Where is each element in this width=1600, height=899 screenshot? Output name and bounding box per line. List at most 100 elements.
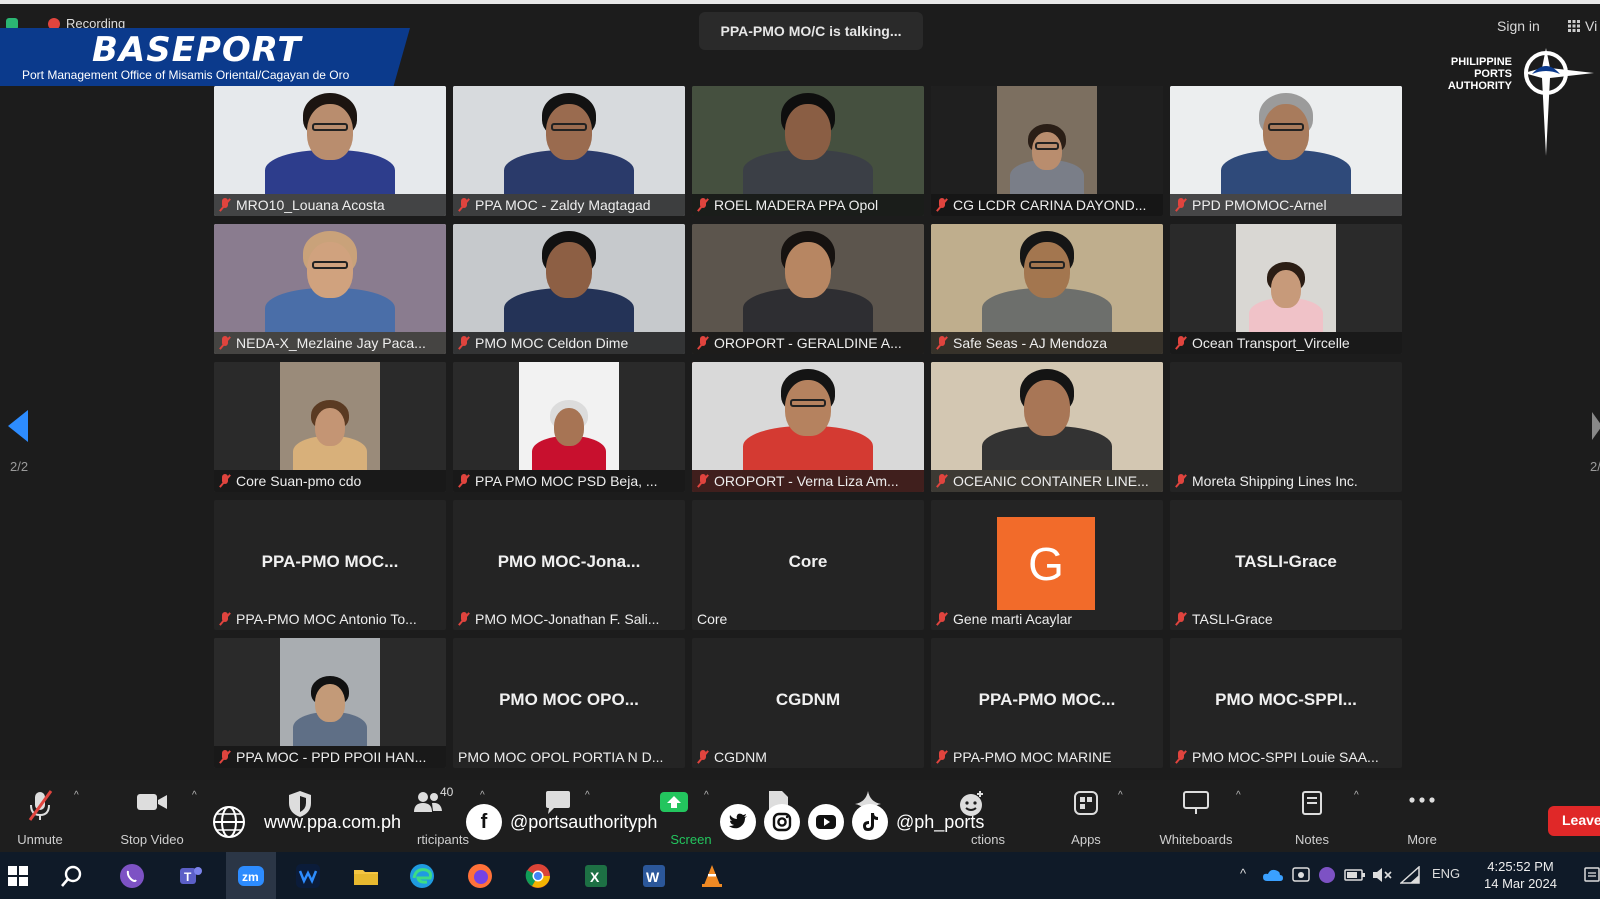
participant-gallery: MRO10_Louana Acosta PPA MOC - Zaldy Magta… [214, 86, 1406, 770]
taskbar-word[interactable]: W [636, 858, 672, 894]
participant-name: PMO MOC-SPPI Louie SAA... [1192, 749, 1379, 765]
participant-tile[interactable]: PMO MOC-SPPI... PMO MOC-SPPI Louie SAA... [1170, 638, 1402, 768]
stop-video-button[interactable]: Stop Video [102, 780, 202, 852]
participant-name: Gene marti Acaylar [953, 611, 1073, 627]
participant-tile[interactable]: PMO MOC Celdon Dime [453, 224, 685, 354]
participant-tile[interactable]: PPA MOC - PPD PPOII HAN... [214, 638, 446, 768]
svg-text:T: T [184, 870, 192, 884]
participant-tile[interactable]: OROPORT - GERALDINE A... [692, 224, 924, 354]
wifi-icon[interactable] [1400, 866, 1420, 884]
participant-name-bar: PMO MOC OPOL PORTIA N D... [453, 746, 669, 768]
participant-name: PPA MOC - Zaldy Magtagad [475, 197, 651, 213]
svg-text:X: X [590, 869, 600, 885]
participant-tile[interactable]: Moreta Shipping Lines Inc. [1170, 362, 1402, 492]
mic-muted-icon [458, 474, 470, 488]
window-top-edge [0, 0, 1600, 4]
share-options-caret-icon[interactable]: ^ [704, 790, 709, 801]
participant-tile[interactable]: Core Core [692, 500, 924, 630]
chat-caret-icon[interactable]: ^ [585, 790, 590, 801]
participant-tile[interactable]: ROEL MADERA PPA Opol [692, 86, 924, 216]
participant-tile[interactable]: NEDA-X_Mezlaine Jay Paca... [214, 224, 446, 354]
tiktok-icon [852, 804, 888, 840]
notes-caret-icon[interactable]: ^ [1354, 790, 1359, 801]
tray-app-icon[interactable] [1292, 866, 1310, 884]
facebook-icon: f [466, 804, 502, 840]
participant-tile[interactable]: MRO10_Louana Acosta [214, 86, 446, 216]
taskbar-vlc[interactable] [694, 858, 730, 894]
next-page-arrow[interactable] [1592, 412, 1600, 440]
participant-tile[interactable]: Ocean Transport_Vircelle [1170, 224, 1402, 354]
participant-tile[interactable]: PPA MOC - Zaldy Magtagad [453, 86, 685, 216]
mic-muted-icon [1175, 198, 1187, 212]
participant-tile[interactable]: OROPORT - Verna Liza Am... [692, 362, 924, 492]
video-frame [280, 638, 380, 746]
taskbar-file-explorer[interactable] [348, 858, 384, 894]
participant-tile[interactable]: Safe Seas - AJ Mendoza [931, 224, 1163, 354]
participant-name: PPA PMO MOC PSD Beja, ... [475, 473, 658, 489]
language-indicator[interactable]: ENG [1432, 866, 1460, 881]
participant-name-bar: PPA-PMO MOC Antonio To... [214, 608, 423, 630]
social-icons-overlay: @ph_ports [720, 804, 984, 840]
participant-name-bar: PMO MOC-Jonathan F. Sali... [453, 608, 665, 630]
notification-icon[interactable] [1584, 866, 1600, 884]
taskbar-zoom[interactable]: zm [233, 858, 269, 894]
social-handle: @ph_ports [896, 811, 985, 832]
windows-start-button[interactable] [0, 858, 36, 894]
tray-chevron-icon[interactable]: ^ [1240, 866, 1246, 881]
previous-page-arrow[interactable] [8, 410, 28, 442]
mic-muted-icon [219, 336, 231, 350]
participant-name-bar: MRO10_Louana Acosta [214, 194, 446, 216]
whiteboards-caret-icon[interactable]: ^ [1236, 790, 1241, 801]
audio-options-caret-icon[interactable]: ^ [74, 790, 79, 801]
more-button[interactable]: More [1372, 780, 1472, 852]
active-speaker-indicator: PPA-PMO MO/C is talking... [699, 12, 923, 50]
participants-caret-icon[interactable]: ^ [480, 790, 485, 801]
mic-muted-icon [458, 336, 470, 350]
speaker-muted-icon[interactable] [1372, 866, 1392, 884]
taskbar-app-wave[interactable] [290, 858, 326, 894]
taskbar-excel[interactable]: X [578, 858, 614, 894]
taskbar-viber[interactable] [114, 858, 150, 894]
participant-tile[interactable]: PMO MOC OPO... PMO MOC OPOL PORTIA N D... [453, 638, 685, 768]
participant-name: Ocean Transport_Vircelle [1192, 335, 1350, 351]
folder-icon [354, 870, 378, 885]
tray-viber-icon[interactable] [1318, 866, 1336, 884]
taskbar-search-button[interactable] [54, 858, 90, 894]
participant-tile[interactable]: Core Suan-pmo cdo [214, 362, 446, 492]
taskbar-clock[interactable]: 4:25:52 PM 14 Mar 2024 [1484, 858, 1557, 892]
clock-time: 4:25:52 PM [1487, 859, 1554, 874]
video-options-caret-icon[interactable]: ^ [192, 790, 197, 801]
notes-button[interactable]: Notes [1262, 780, 1362, 852]
participant-tile[interactable]: G Gene marti Acaylar [931, 500, 1163, 630]
apps-caret-icon[interactable]: ^ [1118, 790, 1123, 801]
participant-tile[interactable]: CGDNM CGDNM [692, 638, 924, 768]
participant-tile[interactable]: CG LCDR CARINA DAYOND... [931, 86, 1163, 216]
more-label: More [1407, 832, 1437, 847]
video-frame [280, 362, 380, 470]
ppa-logo-line3: AUTHORITY [1447, 80, 1512, 92]
battery-icon[interactable] [1344, 868, 1366, 882]
taskbar-edge[interactable] [404, 858, 440, 894]
participant-display-name: CGDNM [775, 690, 841, 709]
taskbar-firefox[interactable] [462, 858, 498, 894]
glasses [1028, 260, 1066, 269]
participant-name-bar: PPA MOC - Zaldy Magtagad [453, 194, 685, 216]
participant-tile[interactable]: PPA-PMO MOC... PPA-PMO MOC Antonio To... [214, 500, 446, 630]
participant-name-bar: PPA PMO MOC PSD Beja, ... [453, 470, 685, 492]
participant-tile[interactable]: PPA PMO MOC PSD Beja, ... [453, 362, 685, 492]
participant-tile[interactable]: OCEANIC CONTAINER LINE... [931, 362, 1163, 492]
unmute-label: Unmute [17, 832, 63, 847]
leave-button[interactable]: Leave [1548, 806, 1600, 836]
mic-muted-icon [936, 750, 948, 764]
onedrive-cloud-icon[interactable] [1262, 868, 1284, 882]
participant-tile[interactable]: PPA-PMO MOC... PPA-PMO MOC MARINE [931, 638, 1163, 768]
whiteboards-button[interactable]: Whiteboards [1146, 780, 1246, 852]
participant-tile[interactable]: TASLI-Grace TASLI-Grace [1170, 500, 1402, 630]
participant-tile[interactable]: PMO MOC-Jona... PMO MOC-Jonathan F. Sali.… [453, 500, 685, 630]
taskbar-chrome[interactable] [520, 858, 556, 894]
participant-tile[interactable]: PPD PMOMOC-Arnel [1170, 86, 1402, 216]
participant-face [546, 242, 592, 298]
taskbar-teams[interactable]: T [172, 858, 208, 894]
mic-muted-icon [219, 198, 231, 212]
participant-face [315, 684, 345, 722]
